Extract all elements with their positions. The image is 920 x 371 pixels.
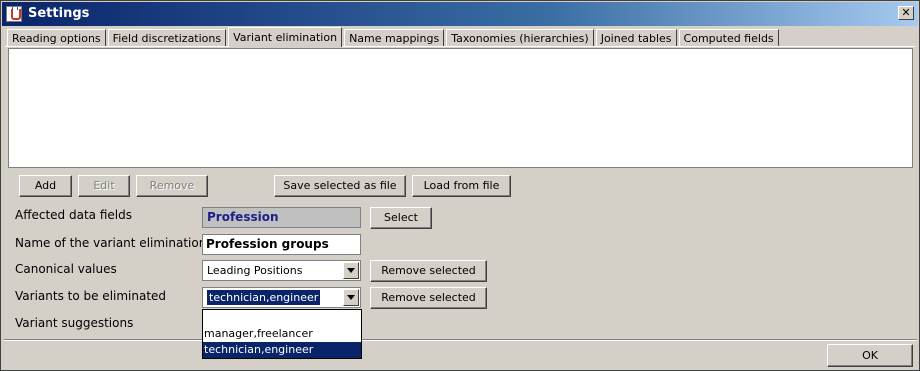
java-cup-icon <box>6 6 22 22</box>
tab-panel-border <box>5 46 915 47</box>
edit-button[interactable]: Edit <box>78 175 130 197</box>
close-icon[interactable]: ✕ <box>898 6 914 20</box>
title-bar[interactable]: Settings ✕ <box>2 2 918 26</box>
ok-button[interactable]: OK <box>827 344 913 367</box>
variants-combo[interactable]: technician,engineer <box>202 287 361 308</box>
canonical-values-combo[interactable]: Leading Positions <box>202 260 361 281</box>
add-button[interactable]: Add <box>19 175 72 197</box>
settings-window: Settings ✕ Reading options Field discret… <box>0 0 920 371</box>
remove-selected-variants-button[interactable]: Remove selected <box>370 287 487 309</box>
remove-button[interactable]: Remove <box>136 175 208 197</box>
variants-label: Variants to be eliminated <box>15 289 167 303</box>
variant-suggestions-label: Variant suggestions <box>15 316 134 330</box>
affected-fields-label: Affected data fields <box>15 208 132 222</box>
tab-computed-fields[interactable]: Computed fields <box>678 29 779 47</box>
dropdown-item[interactable] <box>203 310 361 326</box>
select-button[interactable]: Select <box>370 207 432 229</box>
tab-variant-elimination[interactable]: Variant elimination <box>228 27 343 47</box>
window-title: Settings <box>28 6 90 21</box>
variant-elimination-list[interactable] <box>8 48 913 168</box>
canonical-values-label: Canonical values <box>15 262 117 276</box>
variants-selected: technician,engineer <box>205 289 322 306</box>
dropdown-item-selected[interactable]: technician,engineer <box>203 342 361 358</box>
tab-joined-tables[interactable]: Joined tables <box>595 29 677 47</box>
chevron-down-icon[interactable] <box>343 289 359 306</box>
variants-dropdown-list[interactable]: manager,freelancer technician,engineer <box>202 309 362 359</box>
remove-selected-canonical-button[interactable]: Remove selected <box>370 260 487 282</box>
name-label: Name of the variant elimination <box>15 236 207 250</box>
name-input[interactable]: Profession groups <box>202 234 361 255</box>
tab-bar: Reading options Field discretizations Va… <box>7 27 781 47</box>
dropdown-item[interactable]: manager,freelancer <box>203 326 361 342</box>
chevron-down-icon[interactable] <box>343 262 359 279</box>
save-selected-button[interactable]: Save selected as file <box>274 175 406 197</box>
footer-divider-highlight <box>4 340 917 341</box>
tab-reading-options[interactable]: Reading options <box>7 29 106 47</box>
tab-field-discretizations[interactable]: Field discretizations <box>107 29 227 47</box>
tab-taxonomies[interactable]: Taxonomies (hierarchies) <box>446 29 594 47</box>
load-from-file-button[interactable]: Load from file <box>412 175 511 197</box>
affected-fields-value: Profession <box>202 207 361 228</box>
canonical-values-selected: Leading Positions <box>207 264 303 277</box>
tab-name-mappings[interactable]: Name mappings <box>344 29 445 47</box>
